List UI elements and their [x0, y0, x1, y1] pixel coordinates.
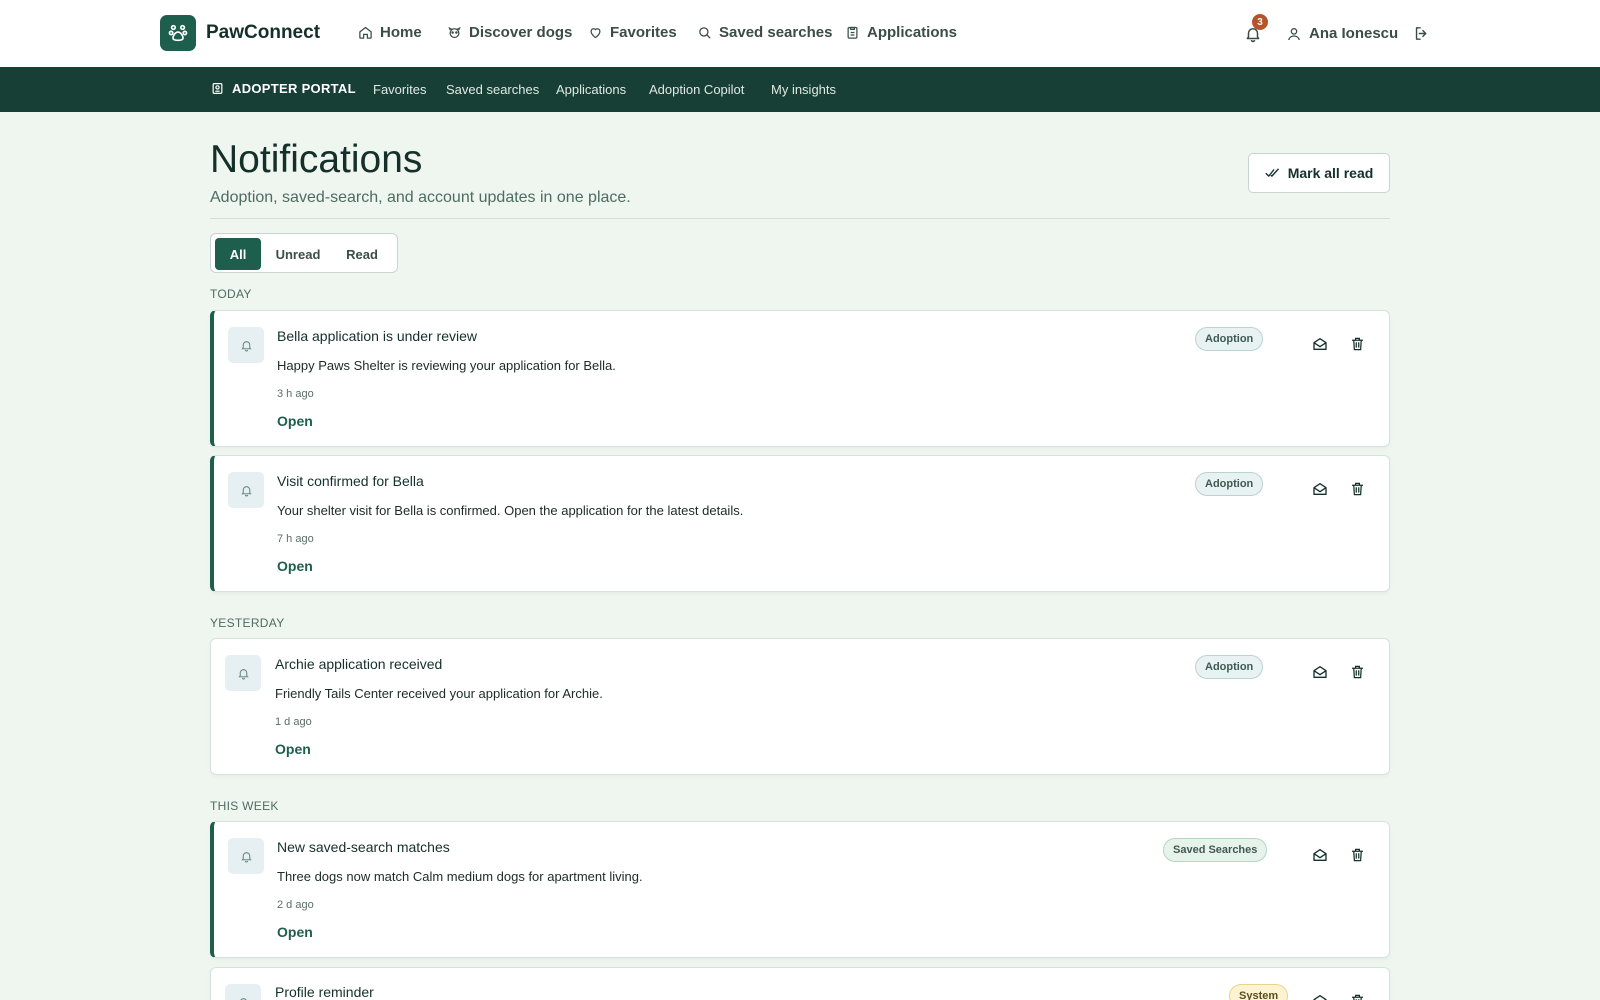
- nav-discover-dogs[interactable]: Discover dogs: [447, 24, 572, 41]
- notification-body: Your shelter visit for Bella is confirme…: [277, 503, 744, 518]
- notification-title: Bella application is under review: [277, 328, 477, 344]
- category-tag: Adoption: [1195, 472, 1264, 496]
- adopter-portal-label[interactable]: ADOPTER PORTAL: [211, 81, 356, 96]
- heart-icon: [590, 28, 601, 39]
- open-link[interactable]: Open: [277, 413, 313, 429]
- notification-body: Happy Paws Shelter is reviewing your app…: [277, 358, 616, 373]
- group-label-yesterday: YESTERDAY: [210, 616, 285, 630]
- user-name: Ana Ionescu: [1309, 25, 1399, 42]
- double-check-icon: [1265, 168, 1279, 177]
- nav-saved-searches[interactable]: Saved searches: [697, 24, 832, 41]
- notification-card[interactable]: Profile reminder System: [210, 967, 1390, 1000]
- mark-read-envelope-icon[interactable]: [1312, 664, 1330, 682]
- bell-icon: [225, 984, 261, 1000]
- notification-card[interactable]: Archie application received Friendly Tai…: [210, 638, 1390, 775]
- mark-read-envelope-icon[interactable]: [1312, 481, 1330, 499]
- open-link[interactable]: Open: [277, 558, 313, 574]
- delete-trash-icon[interactable]: [1350, 847, 1368, 865]
- nav-discover-label: Discover dogs: [469, 24, 573, 41]
- user-menu[interactable]: Ana Ionescu: [1286, 25, 1398, 42]
- delete-trash-icon[interactable]: [1350, 664, 1368, 682]
- category-tag: Saved Searches: [1163, 838, 1268, 862]
- mark-read-envelope-icon[interactable]: [1312, 993, 1330, 1000]
- search-icon: [699, 27, 711, 39]
- notification-card[interactable]: New saved-search matches Three dogs now …: [210, 821, 1390, 958]
- open-link[interactable]: Open: [275, 741, 311, 757]
- delete-trash-icon[interactable]: [1350, 481, 1368, 499]
- bell-icon: [228, 472, 264, 508]
- category-tag: Adoption: [1195, 327, 1264, 351]
- filter-tab-read[interactable]: Read: [335, 238, 389, 270]
- notification-title: New saved-search matches: [277, 839, 450, 855]
- mark-read-envelope-icon[interactable]: [1312, 847, 1330, 865]
- header-divider: [210, 218, 1390, 219]
- subnav-favorites[interactable]: Favorites: [373, 82, 426, 97]
- portal-label-text: ADOPTER PORTAL: [232, 81, 356, 96]
- top-navigation: PawConnect Home Discover dogs Favorites …: [0, 0, 1600, 67]
- notification-time: 2 d ago: [277, 899, 314, 911]
- notification-card[interactable]: Bella application is under review Happy …: [210, 310, 1390, 447]
- bell-icon: [228, 327, 264, 363]
- nav-favorites-label: Favorites: [610, 24, 677, 41]
- nav-home-label: Home: [380, 24, 422, 41]
- home-icon: [359, 26, 372, 39]
- paw-icon: [448, 26, 461, 39]
- filter-tab-all[interactable]: All: [215, 238, 261, 270]
- category-tag: Adoption: [1195, 655, 1264, 679]
- notification-time: 3 h ago: [277, 388, 314, 400]
- badge-icon: [212, 83, 223, 94]
- clipboard-icon: [847, 26, 858, 39]
- notification-title: Visit confirmed for Bella: [277, 473, 424, 489]
- notification-title: Profile reminder: [275, 984, 374, 1000]
- mark-all-read-button[interactable]: Mark all read: [1248, 153, 1390, 193]
- bell-icon: [228, 838, 264, 874]
- notification-time: 7 h ago: [277, 533, 314, 545]
- bell-icon: [225, 655, 261, 691]
- category-tag: System: [1229, 984, 1289, 1000]
- nav-applications-label: Applications: [867, 24, 958, 41]
- filter-tab-unread[interactable]: Unread: [267, 238, 329, 270]
- read-filter-tabs: All Unread Read: [210, 233, 398, 273]
- page-subtitle: Adoption, saved-search, and account upda…: [210, 189, 631, 206]
- nav-applications[interactable]: Applications: [845, 24, 957, 41]
- delete-trash-icon[interactable]: [1350, 993, 1368, 1000]
- open-link[interactable]: Open: [277, 924, 313, 940]
- nav-favorites[interactable]: Favorites: [588, 24, 677, 41]
- logout-icon[interactable]: [1413, 25, 1430, 42]
- notification-card[interactable]: Visit confirmed for Bella Your shelter v…: [210, 455, 1390, 592]
- notification-time: 1 d ago: [275, 716, 312, 728]
- paw-logo-icon[interactable]: [160, 15, 196, 51]
- page-title: Notifications: [210, 138, 423, 181]
- mark-read-envelope-icon[interactable]: [1312, 336, 1330, 354]
- group-label-today: TODAY: [210, 287, 252, 301]
- subnav-saved-searches[interactable]: Saved searches: [446, 82, 539, 97]
- group-label-this-week: THIS WEEK: [210, 799, 279, 813]
- nav-saved-searches-label: Saved searches: [719, 24, 833, 41]
- delete-trash-icon[interactable]: [1350, 336, 1368, 354]
- mark-all-read-label: Mark all read: [1287, 165, 1374, 181]
- notification-body: Friendly Tails Center received your appl…: [275, 686, 603, 701]
- brand-name[interactable]: PawConnect: [206, 22, 320, 44]
- user-icon: [1288, 27, 1300, 40]
- portal-subnav: ADOPTER PORTAL Favorites Saved searches …: [0, 67, 1600, 112]
- subnav-adoption-copilot[interactable]: Adoption Copilot: [649, 82, 744, 97]
- nav-home[interactable]: Home: [358, 24, 422, 41]
- subnav-my-insights[interactable]: My insights: [771, 82, 836, 97]
- notification-body: Three dogs now match Calm medium dogs fo…: [277, 869, 643, 884]
- subnav-applications[interactable]: Applications: [556, 82, 626, 97]
- notification-title: Archie application received: [275, 656, 443, 672]
- notification-count-badge: 3: [1252, 14, 1268, 30]
